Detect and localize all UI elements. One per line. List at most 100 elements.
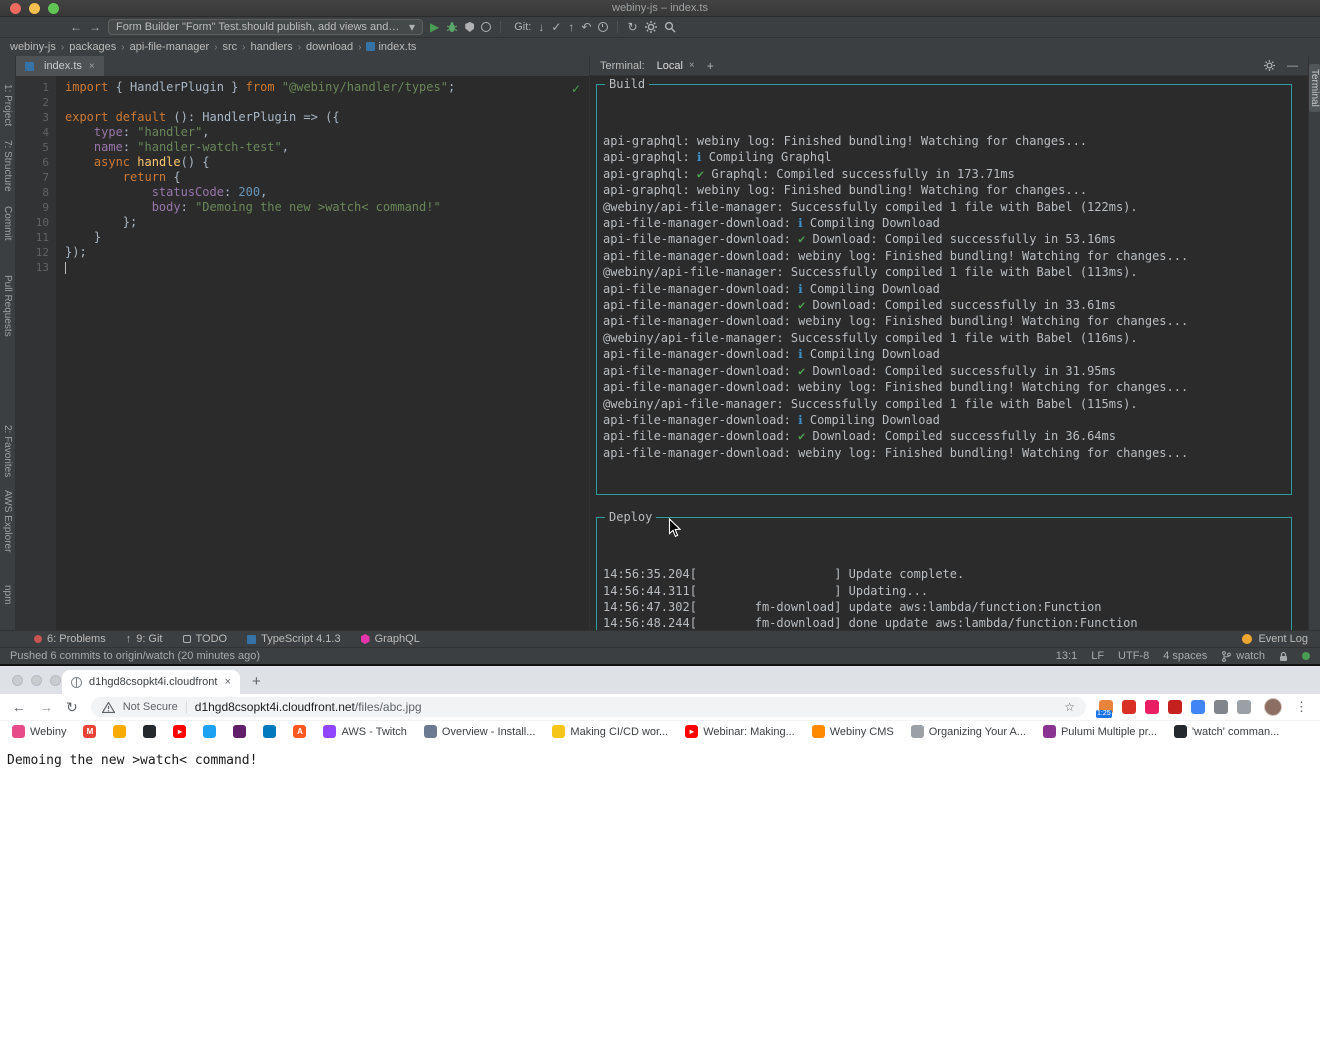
sidebar-item-7-structure[interactable]: 7: Structure xyxy=(2,140,13,192)
terminal-body[interactable]: Build api-graphql: webiny log: Finished … xyxy=(590,76,1308,630)
sidebar-item-commit[interactable]: Commit xyxy=(2,206,13,240)
statusbar-item-9-git[interactable]: ↑9: Git xyxy=(126,633,163,645)
minimize-window-button[interactable] xyxy=(31,675,42,686)
run-config-select[interactable]: Form Builder "Form" Test.should publish,… xyxy=(108,19,423,35)
extension-icon[interactable] xyxy=(1237,700,1251,714)
close-icon[interactable]: × xyxy=(225,676,231,688)
minimize-window-button[interactable] xyxy=(29,3,40,14)
code-line[interactable]: name: "handler-watch-test", xyxy=(65,140,589,155)
code-line[interactable]: statusCode: 200, xyxy=(65,185,589,200)
code-line[interactable]: async handle() { xyxy=(65,155,589,170)
breadcrumb-item[interactable]: handlers xyxy=(250,41,292,53)
code-line[interactable]: return { xyxy=(65,170,589,185)
terminal-settings-gear-icon[interactable] xyxy=(1264,60,1275,71)
lock-icon[interactable] xyxy=(1279,651,1288,662)
sidebar-item-2-favorites[interactable]: 2: Favorites xyxy=(2,425,13,477)
git-rollback-icon[interactable]: ↶ xyxy=(581,21,591,33)
code-line[interactable] xyxy=(65,95,589,110)
bookmark-item[interactable] xyxy=(233,725,246,738)
debug-button[interactable] xyxy=(446,21,458,33)
sidebar-item-npm[interactable]: npm xyxy=(2,585,13,604)
search-icon[interactable] xyxy=(664,21,676,33)
encoding[interactable]: UTF-8 xyxy=(1118,650,1149,662)
git-push-icon[interactable]: ↑ xyxy=(568,21,574,33)
code-line[interactable]: }); xyxy=(65,245,589,260)
bookmark-item[interactable]: M xyxy=(83,725,96,738)
breadcrumb-item[interactable]: api-file-manager xyxy=(130,41,209,53)
run-button[interactable]: ▶ xyxy=(430,21,439,33)
breadcrumb-item[interactable]: index.ts xyxy=(366,41,416,53)
statusbar-item-todo[interactable]: TODO xyxy=(183,633,228,645)
new-tab-button[interactable]: + xyxy=(252,674,261,689)
url-text[interactable]: d1hgd8csopkt4i.cloudfront.net/files/abc.… xyxy=(195,700,422,714)
browser-tab[interactable]: d1hgd8csopkt4i.cloudfront.ne × xyxy=(62,670,240,694)
code-area[interactable]: import { HandlerPlugin } from "@webiny/h… xyxy=(56,76,589,630)
breadcrumb-item[interactable]: webiny-js xyxy=(10,41,56,53)
zoom-window-button[interactable] xyxy=(48,3,59,14)
bookmark-item[interactable]: Webiny xyxy=(12,725,66,738)
back-icon[interactable]: ← xyxy=(70,21,82,33)
minimize-panel-icon[interactable]: — xyxy=(1287,60,1298,72)
git-commit-icon[interactable]: ✓ xyxy=(551,21,561,33)
indent-size[interactable]: 4 spaces xyxy=(1163,650,1207,662)
browser-back-icon[interactable]: ← xyxy=(12,700,26,714)
extension-icon[interactable] xyxy=(1122,700,1136,714)
bookmark-star-icon[interactable]: ☆ xyxy=(1064,700,1075,714)
extension-icon[interactable] xyxy=(1214,700,1228,714)
settings-gear-icon[interactable] xyxy=(645,21,657,33)
statusbar-item-6-problems[interactable]: 6: Problems xyxy=(34,633,106,645)
bookmark-item[interactable]: AWS - Twitch xyxy=(323,725,406,738)
statusbar-item-typescript-4-1-3[interactable]: TypeScript 4.1.3 xyxy=(247,633,341,645)
caret-position[interactable]: 13:1 xyxy=(1056,650,1077,662)
forward-icon[interactable]: → xyxy=(89,21,101,33)
tab-index-ts[interactable]: index.ts × xyxy=(16,56,104,76)
extension-icon[interactable] xyxy=(1168,700,1182,714)
not-secure-warning-icon[interactable] xyxy=(102,702,115,713)
browser-reload-icon[interactable]: ↻ xyxy=(66,700,78,714)
breadcrumb-item[interactable]: packages xyxy=(69,41,116,53)
bookmark-item[interactable] xyxy=(263,725,276,738)
profiler-button[interactable] xyxy=(481,22,491,32)
bookmark-item[interactable]: ▸Webinar: Making... xyxy=(685,725,795,738)
bookmark-item[interactable] xyxy=(113,725,126,738)
bookmark-item[interactable]: Overview - Install... xyxy=(424,725,536,738)
sidebar-item-aws-explorer[interactable]: AWS Explorer xyxy=(2,490,13,552)
sidebar-item-pull-requests[interactable]: Pull Requests xyxy=(2,275,13,337)
close-window-button[interactable] xyxy=(12,675,23,686)
code-line[interactable]: } xyxy=(65,230,589,245)
close-icon[interactable]: × xyxy=(689,60,695,71)
bookmark-item[interactable] xyxy=(203,725,216,738)
bookmark-item[interactable]: 'watch' comman... xyxy=(1174,725,1279,738)
extension-icon[interactable] xyxy=(1145,700,1159,714)
inspections-ok-icon[interactable]: ✓ xyxy=(571,82,581,96)
git-update-icon[interactable]: ↓ xyxy=(538,21,544,33)
bookmark-item[interactable]: Organizing Your A... xyxy=(911,725,1026,738)
new-terminal-tab-icon[interactable]: + xyxy=(707,60,714,72)
code-line[interactable]: }; xyxy=(65,215,589,230)
git-history-icon[interactable] xyxy=(598,22,608,32)
code-line[interactable]: import { HandlerPlugin } from "@webiny/h… xyxy=(65,80,589,95)
extension-icon[interactable]: 1:25 xyxy=(1099,700,1113,714)
breadcrumb-item[interactable]: download xyxy=(306,41,353,53)
code-line[interactable] xyxy=(65,260,589,275)
sync-icon[interactable]: ↻ xyxy=(627,21,637,33)
bookmark-item[interactable]: ▸ xyxy=(173,725,186,738)
sidebar-item-1-project[interactable]: 1: Project xyxy=(2,84,13,126)
sidebar-item-terminal[interactable]: Terminal xyxy=(1309,64,1320,112)
bookmark-item[interactable]: A xyxy=(293,725,306,738)
coverage-button[interactable] xyxy=(465,22,474,32)
breadcrumb-item[interactable]: src xyxy=(222,41,237,53)
statusbar-item-graphql[interactable]: GraphQL xyxy=(361,633,420,645)
address-bar[interactable]: Not Secure d1hgd8csopkt4i.cloudfront.net… xyxy=(91,697,1086,717)
code-editor[interactable]: 12345678910111213 import { HandlerPlugin… xyxy=(16,76,589,630)
terminal-tab-local[interactable]: Local × xyxy=(657,60,695,72)
event-log-button[interactable]: Event Log xyxy=(1242,633,1308,645)
close-icon[interactable]: × xyxy=(89,61,95,72)
profile-avatar[interactable] xyxy=(1264,698,1282,716)
zoom-window-button[interactable] xyxy=(50,675,61,686)
bookmark-item[interactable]: Making CI/CD wor... xyxy=(552,725,668,738)
browser-forward-icon[interactable]: → xyxy=(39,700,53,714)
browser-menu-icon[interactable]: ⋮ xyxy=(1295,699,1308,715)
line-ending[interactable]: LF xyxy=(1091,650,1104,662)
code-line[interactable]: type: "handler", xyxy=(65,125,589,140)
